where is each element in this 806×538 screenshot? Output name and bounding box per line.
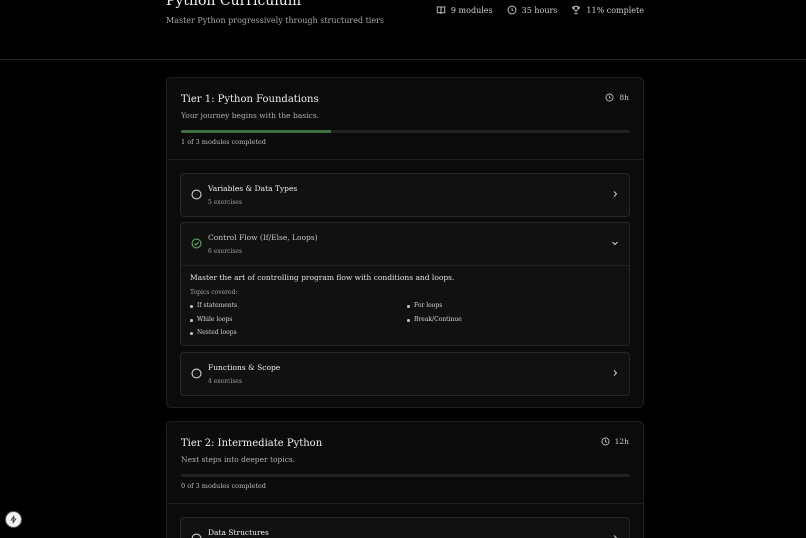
tier-progress-fill (181, 130, 331, 133)
tier-card: Tier 2: Intermediate Python Next steps i… (166, 421, 644, 538)
circle-icon (191, 533, 202, 538)
module-header[interactable]: Variables & Data Types 5 exercises (181, 174, 629, 216)
tier-duration-text: 8h (619, 93, 629, 102)
tier-header: Tier 1: Python Foundations Your journey … (167, 78, 643, 160)
module-title: Data Structures (208, 528, 269, 537)
chevron-right-icon (613, 191, 618, 197)
tier-duration: 8h (605, 93, 629, 102)
module-title: Variables & Data Types (208, 184, 298, 193)
trophy-icon (572, 5, 581, 15)
book-icon (436, 6, 446, 14)
circle-icon (191, 189, 202, 200)
topic-item: For loops (407, 302, 442, 309)
clock-icon (601, 437, 610, 446)
clock-icon (507, 5, 517, 15)
module-exercises: 4 exercises (208, 378, 243, 385)
page-subtitle: Master Python progressively through stru… (166, 16, 385, 25)
topic-item: If statements (190, 302, 237, 309)
tier-progress-bar (181, 474, 630, 477)
stat-hours-text: 35 hours (521, 5, 558, 15)
chevron-right-icon (613, 535, 618, 538)
clock-icon (605, 93, 614, 102)
module-details: Master the art of controlling program fl… (181, 265, 629, 345)
topic-item: Nested loops (190, 329, 237, 336)
chevron-down-icon (612, 241, 618, 246)
module-card[interactable]: Data Structures (180, 517, 630, 538)
curriculum-stats: 9 modules 35 hours 11% complete (436, 5, 644, 15)
tier-duration: 12h (601, 437, 629, 446)
module-exercises: 6 exercises (208, 248, 243, 255)
topics-label: Topics covered: (190, 289, 238, 296)
tier-progress-text: 0 of 3 modules completed (181, 482, 266, 490)
module-card-expanded[interactable]: Control Flow (If/Else, Loops) 6 exercise… (180, 222, 630, 346)
stat-complete-text: 11% complete (586, 5, 644, 15)
assistant-button[interactable] (5, 511, 22, 528)
page-header: Python Curriculum Master Python progress… (0, 0, 806, 60)
spark-icon (10, 515, 17, 524)
stat-modules-text: 9 modules (450, 5, 493, 15)
tier-description: Next steps into deeper topics. (181, 455, 296, 464)
module-header[interactable]: Control Flow (If/Else, Loops) 6 exercise… (181, 223, 629, 265)
module-description: Master the art of controlling program fl… (190, 273, 455, 282)
module-card[interactable]: Variables & Data Types 5 exercises (180, 173, 630, 217)
module-header[interactable]: Functions & Scope 4 exercises (181, 353, 629, 395)
tier-progress-text: 1 of 3 modules completed (181, 138, 266, 146)
stat-complete: 11% complete (571, 5, 644, 15)
tier-title: Tier 2: Intermediate Python (181, 438, 323, 449)
topic-item: While loops (190, 316, 232, 323)
check-circle-icon (191, 238, 202, 249)
module-card[interactable]: Functions & Scope 4 exercises (180, 352, 630, 396)
module-title: Functions & Scope (208, 363, 281, 372)
circle-icon (191, 368, 202, 379)
stat-hours: 35 hours (507, 5, 558, 15)
tier-header: Tier 2: Intermediate Python Next steps i… (167, 422, 643, 504)
tier-description: Your journey begins with the basics. (181, 111, 319, 120)
tier-card: Tier 1: Python Foundations Your journey … (166, 77, 644, 408)
topic-item: Break/Continue (407, 316, 462, 323)
module-header[interactable]: Data Structures (181, 518, 629, 538)
stat-modules: 9 modules (436, 5, 493, 15)
chevron-right-icon (613, 370, 618, 376)
module-title: Control Flow (If/Else, Loops) (208, 233, 318, 242)
module-exercises: 5 exercises (208, 199, 243, 206)
tier-title: Tier 1: Python Foundations (181, 94, 319, 105)
page-title: Python Curriculum (166, 0, 302, 9)
tier-progress-bar (181, 130, 630, 133)
tier-duration-text: 12h (614, 437, 629, 446)
